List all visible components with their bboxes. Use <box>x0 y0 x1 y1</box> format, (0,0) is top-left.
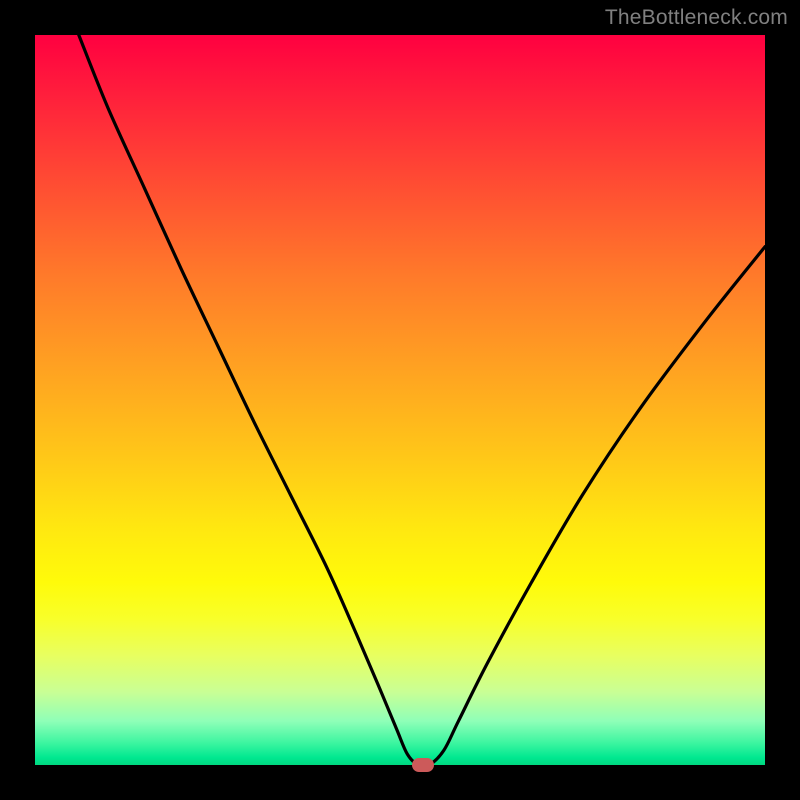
watermark-text: TheBottleneck.com <box>605 6 788 30</box>
plot-area <box>35 35 765 765</box>
chart-frame: TheBottleneck.com <box>0 0 800 800</box>
bottleneck-curve <box>35 35 765 765</box>
optimal-marker <box>412 758 434 772</box>
